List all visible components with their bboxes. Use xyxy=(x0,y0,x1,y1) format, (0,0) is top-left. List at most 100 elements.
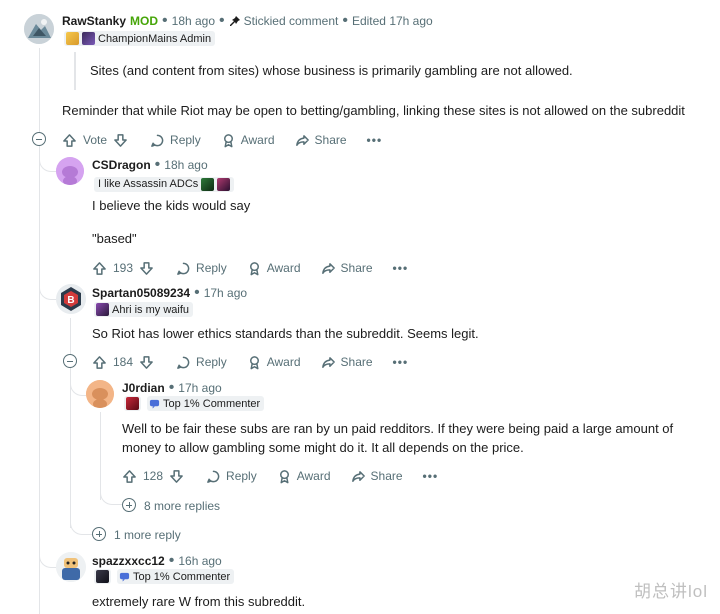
stickied-label: Stickied comment xyxy=(243,14,339,28)
avatar[interactable] xyxy=(86,380,114,408)
award-icon xyxy=(249,261,259,275)
share-button[interactable]: Share xyxy=(321,355,373,370)
flair-emoji-icon xyxy=(82,32,95,45)
comment-body: Reminder that while Riot may be open to … xyxy=(62,103,685,118)
award-button[interactable]: Award xyxy=(277,469,331,484)
share-icon xyxy=(321,356,335,368)
flair-emoji-icon xyxy=(126,397,139,410)
downvote-icon[interactable] xyxy=(113,133,128,148)
more-options-button[interactable]: ••• xyxy=(393,355,409,369)
avatar[interactable] xyxy=(56,157,84,185)
award-button[interactable]: Award xyxy=(221,133,275,148)
snoo-avatar-icon xyxy=(56,157,84,185)
more-options-button[interactable]: ••• xyxy=(393,261,409,275)
svg-text:B: B xyxy=(67,295,74,306)
reply-button[interactable]: Reply xyxy=(150,133,201,148)
flair-emoji-icon xyxy=(217,177,231,191)
user-flair-row: Top 1% Commenter xyxy=(94,569,235,584)
avatar[interactable]: B xyxy=(56,284,86,314)
reply-icon xyxy=(177,356,190,369)
more-reply-link[interactable]: 1 more reply xyxy=(114,528,181,542)
comment-actions: 193 Reply Award Share ••• xyxy=(92,258,408,278)
comment-actions: 128 Reply Award Share ••• xyxy=(122,466,438,486)
username[interactable]: CSDragon xyxy=(92,158,151,172)
vote-count: 128 xyxy=(143,469,164,483)
comment-actions: Vote Reply Award Share ••• xyxy=(62,130,382,150)
thread-elbow-jordian xyxy=(70,370,86,396)
thread-elbow-csdragon xyxy=(39,146,57,172)
commenter-badge-icon xyxy=(119,572,130,582)
mod-badge: MOD xyxy=(130,14,159,28)
expand-more-reply-button[interactable] xyxy=(92,527,106,541)
downvote-icon[interactable] xyxy=(139,355,154,370)
user-flair xyxy=(94,569,111,584)
collapse-thread-button[interactable] xyxy=(32,132,46,146)
avatar[interactable] xyxy=(24,14,54,44)
username[interactable]: spazzxxcc12 xyxy=(92,554,165,568)
flair-text: Top 1% Commenter xyxy=(163,397,261,410)
timestamp: 17h ago xyxy=(203,286,248,300)
username[interactable]: J0rdian xyxy=(122,381,165,395)
downvote-icon[interactable] xyxy=(139,261,154,276)
flair-text: ChampionMains Admin xyxy=(98,32,212,45)
reply-button[interactable]: Reply xyxy=(176,355,227,370)
award-button[interactable]: Award xyxy=(247,261,301,276)
downvote-icon[interactable] xyxy=(169,469,184,484)
commenter-badge-icon xyxy=(149,399,160,409)
comment-body: extremely rare W from this subreddit. xyxy=(92,594,306,609)
comment-body-line: "based" xyxy=(92,231,137,246)
reply-icon xyxy=(207,470,220,483)
share-button[interactable]: Share xyxy=(321,261,373,276)
comment-header: J0rdian • 17h ago xyxy=(122,379,222,396)
comment-header: RawStanky MOD • 18h ago • Stickied comme… xyxy=(62,12,433,29)
comment-header: spazzxxcc12 • 16h ago xyxy=(92,552,222,569)
upvote-icon[interactable] xyxy=(92,261,107,276)
upvote-icon[interactable] xyxy=(92,355,107,370)
award-button[interactable]: Award xyxy=(247,355,301,370)
collapse-thread-button[interactable] xyxy=(63,354,77,368)
upvote-icon[interactable] xyxy=(122,469,137,484)
share-icon xyxy=(295,134,309,146)
comment-actions: 184 Reply Award Share ••• xyxy=(92,352,408,372)
thread-elbow-spazz xyxy=(39,540,57,568)
reply-icon xyxy=(177,262,190,275)
flair-text: Top 1% Commenter xyxy=(133,570,231,583)
timestamp: 18h ago xyxy=(164,158,208,172)
quote-text: Sites (and content from sites) whose bus… xyxy=(90,63,573,78)
avatar-image-icon xyxy=(24,14,54,44)
quote-block: Sites (and content from sites) whose bus… xyxy=(74,52,694,90)
reply-button[interactable]: Reply xyxy=(206,469,257,484)
upvote-icon[interactable] xyxy=(62,133,77,148)
comment-body-line: I believe the kids would say xyxy=(92,198,251,213)
more-options-button[interactable]: ••• xyxy=(367,133,383,147)
comment-header: CSDragon • 18h ago xyxy=(92,156,208,173)
thread-line-spartan xyxy=(70,318,71,528)
user-flair: ChampionMains Admin xyxy=(64,31,216,50)
share-icon xyxy=(351,470,365,482)
vote-count: 193 xyxy=(113,261,134,275)
user-flair: I like Assassin ADCs xyxy=(94,174,235,192)
reply-icon xyxy=(151,134,164,147)
user-flair xyxy=(124,396,141,411)
expand-more-replies-button[interactable] xyxy=(122,498,136,512)
award-icon xyxy=(249,355,259,369)
watermark: 胡总讲lol xyxy=(633,582,708,601)
thread-elbow-more-reply xyxy=(70,505,92,535)
flair-emoji-icon xyxy=(96,303,109,316)
share-button[interactable]: Share xyxy=(351,469,403,484)
snoo-avatar-icon xyxy=(86,380,114,408)
comment-body: So Riot has lower ethics standards than … xyxy=(92,326,479,341)
more-options-button[interactable]: ••• xyxy=(423,469,439,483)
vote-label: Vote xyxy=(83,133,108,147)
share-button[interactable]: Share xyxy=(295,133,347,148)
more-replies-link[interactable]: 8 more replies xyxy=(144,499,220,513)
flair-text: Ahri is my waifu xyxy=(112,303,190,316)
share-icon xyxy=(321,262,335,274)
flair-emoji-icon xyxy=(201,177,215,191)
avatar[interactable] xyxy=(56,552,86,582)
username[interactable]: RawStanky xyxy=(62,14,126,28)
username[interactable]: Spartan05089234 xyxy=(92,286,190,300)
vote-count: 184 xyxy=(113,355,134,369)
reply-button[interactable]: Reply xyxy=(176,261,227,276)
comment-body-line: Well to be fair these subs are ran by un… xyxy=(122,421,674,436)
